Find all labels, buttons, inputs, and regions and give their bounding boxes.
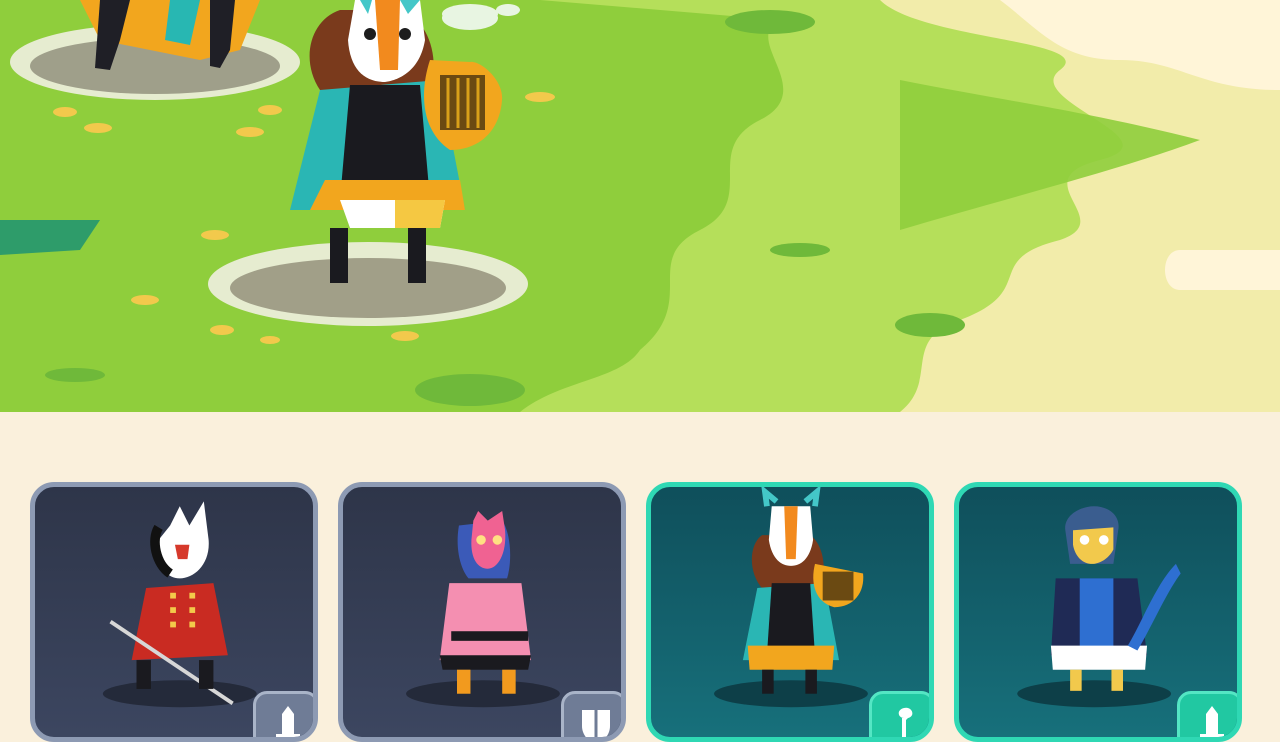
staff-icon — [898, 707, 913, 737]
cloud-puff — [442, 4, 520, 30]
battle-scene — [0, 0, 1280, 412]
shield-icon — [582, 710, 610, 737]
hero-card-pink-guardian[interactable] — [338, 482, 626, 742]
hero-card-harp-bard[interactable] — [646, 482, 934, 742]
sword-icon — [1200, 706, 1224, 737]
hero-card-owl-archer[interactable] — [954, 482, 1242, 742]
hero-roster — [0, 412, 1280, 742]
partial-hero-sprite[interactable] — [70, 0, 310, 80]
role-badge — [561, 691, 621, 737]
sword-icon — [276, 706, 300, 737]
role-badge — [253, 691, 313, 737]
role-badge — [1177, 691, 1237, 737]
role-badge — [869, 691, 929, 737]
hero-bard-sprite[interactable] — [280, 0, 520, 290]
hero-card-fox-swordsman[interactable] — [30, 482, 318, 742]
